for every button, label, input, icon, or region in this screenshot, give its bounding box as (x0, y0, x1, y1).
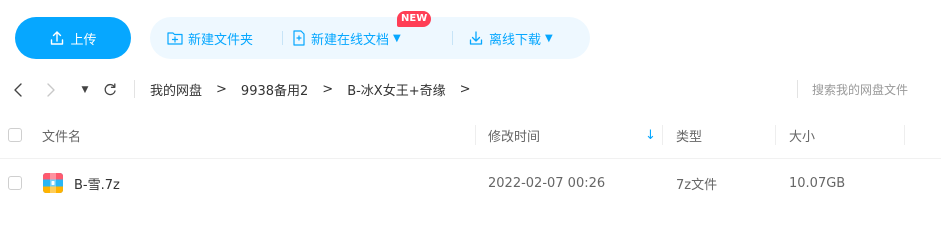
toolbar-divider (452, 31, 453, 45)
upload-icon (51, 31, 64, 45)
divider (797, 80, 798, 98)
path-bar: ▼ 我的网盘 > 9938备用2 > B-冰X女王+奇缘 > (0, 68, 941, 111)
forward-button[interactable] (39, 68, 63, 111)
download-icon (469, 31, 483, 45)
refresh-button[interactable] (98, 68, 122, 111)
chevron-left-icon (14, 82, 22, 97)
breadcrumb-separator: > (322, 82, 334, 97)
file-name[interactable]: B-雪.7z (74, 174, 120, 193)
breadcrumb-item-root[interactable]: 我的网盘 (150, 80, 202, 99)
refresh-icon (104, 82, 116, 95)
divider (134, 80, 135, 98)
new-online-doc-label: 新建在线文档 (311, 32, 390, 48)
upload-button[interactable]: 上传 (15, 17, 131, 59)
file-size: 10.07GB (789, 175, 846, 191)
toolbar: 上传 新建文件夹 新建在线文档 ▼ 离线下载 ▼ NEW (0, 0, 941, 68)
column-header-modified-time[interactable]: 修改时间 (488, 111, 540, 159)
back-button[interactable] (6, 68, 30, 111)
column-header-size[interactable]: 大小 (789, 111, 815, 159)
table-row[interactable]: B-雪.7z 2022-02-07 00:26 7z文件 10.07GB (0, 159, 941, 207)
select-all-checkbox[interactable] (8, 128, 22, 142)
folder-plus-icon (167, 32, 183, 45)
column-divider (904, 125, 905, 145)
breadcrumb-separator[interactable]: > (460, 82, 471, 97)
caret-down-icon: ▼ (81, 84, 89, 95)
row-checkbox[interactable] (8, 176, 22, 190)
breadcrumb-separator: > (216, 82, 227, 97)
column-divider (775, 125, 776, 145)
new-folder-button[interactable]: 新建文件夹 (167, 17, 253, 59)
column-divider (475, 125, 476, 145)
caret-down-icon: ▼ (393, 32, 401, 44)
file-manager: 上传 新建文件夹 新建在线文档 ▼ 离线下载 ▼ NEW ▼ 我的网盘 > 99… (0, 0, 941, 224)
new-badge: NEW (397, 11, 432, 27)
file-modified-time: 2022-02-07 00:26 (488, 175, 606, 191)
file-table: 文件名 修改时间 ↓ 类型 大小 B-雪.7z 2022-02-07 00:26… (0, 111, 941, 207)
search-input[interactable] (812, 78, 941, 102)
zip-archive-icon (43, 173, 63, 193)
new-online-doc-button[interactable]: 新建在线文档 ▼ (292, 17, 401, 59)
offline-download-button[interactable]: 离线下载 ▼ (468, 17, 553, 59)
toolbar-divider (282, 31, 283, 45)
upload-label: 上传 (70, 32, 97, 48)
caret-down-icon: ▼ (545, 32, 553, 44)
breadcrumb: 我的网盘 > 9938备用2 > B-冰X女王+奇缘 > (150, 68, 471, 111)
table-header: 文件名 修改时间 ↓ 类型 大小 (0, 111, 941, 159)
column-header-type[interactable]: 类型 (676, 111, 702, 159)
toolbar-actions: 新建文件夹 新建在线文档 ▼ 离线下载 ▼ (150, 17, 590, 59)
sort-descending-icon[interactable]: ↓ (645, 111, 656, 159)
new-doc-icon (293, 30, 305, 46)
file-type: 7z文件 (676, 177, 718, 193)
chevron-right-icon (47, 82, 55, 97)
file-name-cell: B-雪.7z (42, 159, 120, 207)
new-folder-label: 新建文件夹 (188, 32, 254, 48)
breadcrumb-item-folder[interactable]: 9938备用2 (241, 80, 308, 99)
column-header-name[interactable]: 文件名 (42, 111, 81, 159)
offline-download-label: 离线下载 (489, 32, 542, 48)
breadcrumb-item-current[interactable]: B-冰X女王+奇缘 (347, 80, 445, 99)
history-dropdown-button[interactable]: ▼ (76, 68, 94, 111)
column-divider (662, 125, 663, 145)
